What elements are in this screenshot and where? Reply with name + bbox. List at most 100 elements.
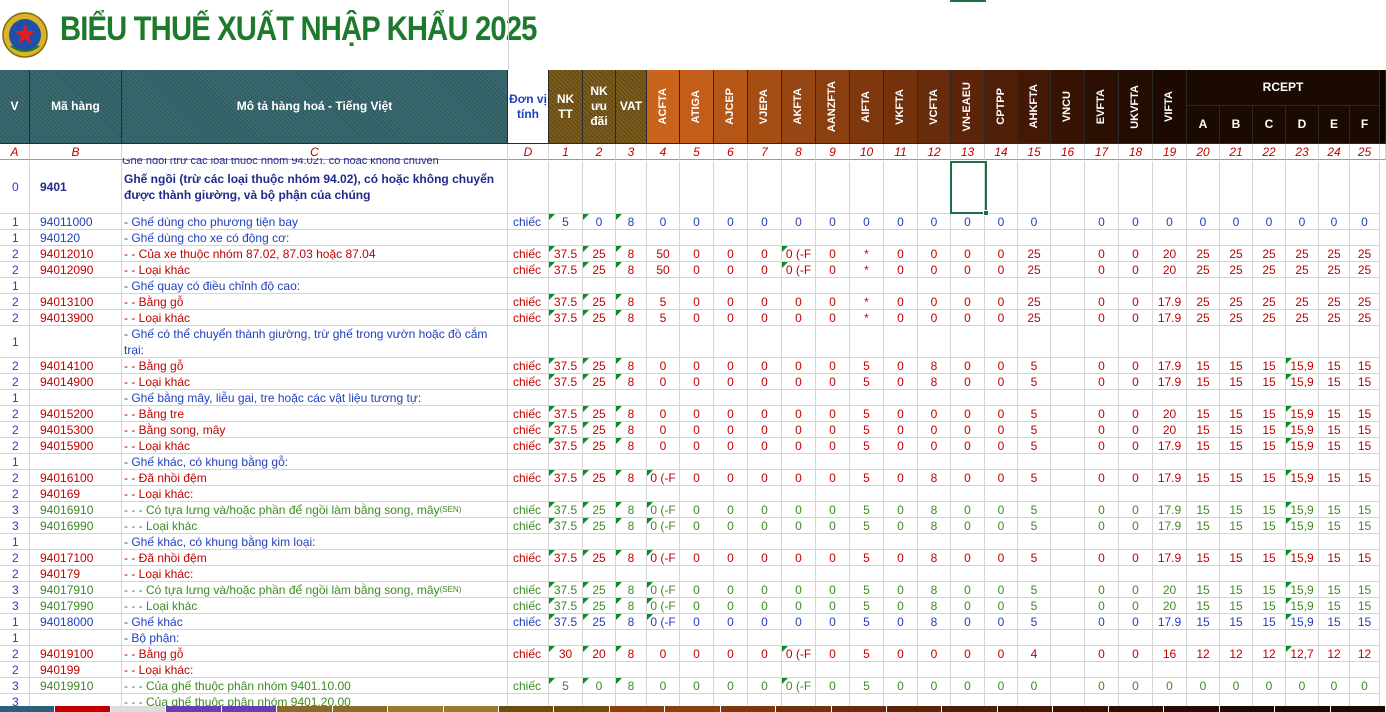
tariff-value[interactable] — [1051, 262, 1085, 278]
row-code[interactable] — [30, 278, 122, 294]
tariff-value[interactable] — [549, 534, 583, 550]
tariff-value[interactable]: 0 — [748, 246, 782, 262]
row-description[interactable]: - - Bằng gỗ — [122, 358, 508, 374]
tariff-value[interactable] — [951, 662, 985, 678]
tariff-value[interactable] — [549, 278, 583, 294]
tariff-value[interactable] — [951, 230, 985, 246]
tariff-value[interactable]: 15,9 — [1286, 422, 1319, 438]
tariff-value[interactable]: 0 — [985, 310, 1018, 326]
tariff-value[interactable] — [1085, 566, 1119, 582]
tariff-value[interactable] — [680, 390, 714, 406]
tariff-value[interactable]: 0 — [583, 678, 616, 694]
tariff-value[interactable] — [748, 534, 782, 550]
tariff-value[interactable]: 25 — [1187, 294, 1220, 310]
tariff-value[interactable] — [1220, 326, 1253, 358]
tariff-value[interactable]: 0 — [1119, 294, 1153, 310]
tariff-value[interactable] — [647, 662, 680, 678]
tariff-value[interactable]: 0 — [951, 438, 985, 454]
tariff-value[interactable]: 15 — [1187, 422, 1220, 438]
tariff-value[interactable]: 0 — [647, 646, 680, 662]
tariff-value[interactable]: 25 — [1319, 310, 1350, 326]
header-aanzfta[interactable]: AANZFTA — [816, 70, 850, 144]
fill-handle[interactable] — [983, 210, 989, 216]
tariff-value[interactable] — [850, 230, 884, 246]
tariff-value[interactable]: 25 — [583, 582, 616, 598]
tariff-value[interactable]: 0 — [782, 406, 816, 422]
tariff-value[interactable]: 15 — [1319, 406, 1350, 422]
tariff-value[interactable]: 8 — [616, 406, 647, 422]
tariff-value[interactable]: 0 — [918, 422, 951, 438]
tariff-value[interactable] — [1119, 534, 1153, 550]
tariff-value[interactable]: 15 — [1319, 374, 1350, 390]
tariff-value[interactable]: 0 — [748, 294, 782, 310]
tariff-value[interactable]: 15 — [1220, 470, 1253, 486]
tariff-value[interactable]: 0 — [1286, 214, 1319, 230]
tariff-value[interactable]: 0 — [985, 374, 1018, 390]
tariff-value[interactable] — [1350, 278, 1380, 294]
tariff-value[interactable]: 15 — [1319, 438, 1350, 454]
sheet-tab[interactable] — [166, 706, 222, 712]
tariff-value[interactable] — [714, 454, 748, 470]
tariff-value[interactable] — [1051, 662, 1085, 678]
col-letter-7[interactable]: 7 — [748, 144, 782, 160]
tariff-value[interactable]: 25 — [1350, 262, 1380, 278]
tariff-value[interactable]: 0 — [1319, 678, 1350, 694]
tariff-value[interactable]: 0 — [985, 470, 1018, 486]
tariff-value[interactable] — [1119, 454, 1153, 470]
tariff-value[interactable] — [918, 161, 951, 214]
tariff-value[interactable]: 0 — [951, 646, 985, 662]
tariff-value[interactable]: 0 — [680, 294, 714, 310]
col-letter-14[interactable]: 14 — [985, 144, 1018, 160]
tariff-value[interactable]: 0 — [985, 262, 1018, 278]
tariff-value[interactable] — [1119, 278, 1153, 294]
tariff-value[interactable]: 0 — [884, 294, 918, 310]
tariff-value[interactable]: 15 — [1220, 582, 1253, 598]
tariff-value[interactable] — [918, 326, 951, 358]
tariff-value[interactable]: 20 — [1153, 598, 1187, 614]
col-letter-23[interactable]: 23 — [1286, 144, 1319, 160]
tariff-value[interactable] — [884, 454, 918, 470]
tariff-value[interactable]: 5 — [1018, 614, 1051, 630]
tariff-value[interactable] — [583, 630, 616, 646]
tariff-value[interactable]: 5 — [850, 614, 884, 630]
tariff-value[interactable]: 17.9 — [1153, 614, 1187, 630]
row-code[interactable]: 94012090 — [30, 262, 122, 278]
tariff-value[interactable]: 0 — [714, 582, 748, 598]
tariff-value[interactable]: 25 — [583, 374, 616, 390]
tariff-value[interactable]: 17.9 — [1153, 374, 1187, 390]
col-letter-a[interactable]: A — [0, 144, 30, 160]
tariff-value[interactable]: 37.5 — [549, 502, 583, 518]
tariff-value[interactable]: 0 — [680, 262, 714, 278]
tariff-value[interactable]: 37.5 — [549, 406, 583, 422]
tariff-value[interactable] — [782, 454, 816, 470]
tariff-value[interactable] — [748, 486, 782, 502]
tariff-value[interactable] — [816, 630, 850, 646]
tariff-value[interactable] — [1051, 326, 1085, 358]
tariff-value[interactable] — [1220, 534, 1253, 550]
col-letter-24[interactable]: 24 — [1319, 144, 1350, 160]
tariff-value[interactable]: 0 — [1220, 678, 1253, 694]
row-unit[interactable]: chiếc — [508, 422, 549, 438]
tariff-value[interactable]: 25 — [583, 614, 616, 630]
tariff-value[interactable]: 0 — [680, 374, 714, 390]
tariff-value[interactable]: 8 — [918, 598, 951, 614]
tariff-value[interactable]: 0 — [884, 550, 918, 566]
row-description[interactable]: - Bộ phận: — [122, 630, 508, 646]
tariff-value[interactable]: 37.5 — [549, 598, 583, 614]
tariff-value[interactable]: 0 — [1319, 214, 1350, 230]
tariff-value[interactable]: 0 — [714, 614, 748, 630]
col-letter-9[interactable]: 9 — [816, 144, 850, 160]
tariff-value[interactable]: 37.5 — [549, 294, 583, 310]
row-unit[interactable]: chiếc — [508, 582, 549, 598]
tariff-value[interactable]: 0 — [816, 598, 850, 614]
tariff-value[interactable]: 0 (-F — [782, 646, 816, 662]
tariff-value[interactable]: 15 — [1319, 358, 1350, 374]
row-description[interactable]: - - - Loại khác — [122, 598, 508, 614]
tariff-value[interactable]: 15 — [1253, 406, 1286, 422]
header-vjepa[interactable]: VJEPA — [748, 70, 782, 144]
row-description[interactable]: - - - Có tựa lưng và/hoặc phần để ngồi l… — [122, 582, 508, 598]
tariff-value[interactable]: 0 — [985, 518, 1018, 534]
tariff-value[interactable]: 15 — [1187, 406, 1220, 422]
tariff-value[interactable]: 0 — [647, 438, 680, 454]
tariff-value[interactable]: 0 — [884, 438, 918, 454]
